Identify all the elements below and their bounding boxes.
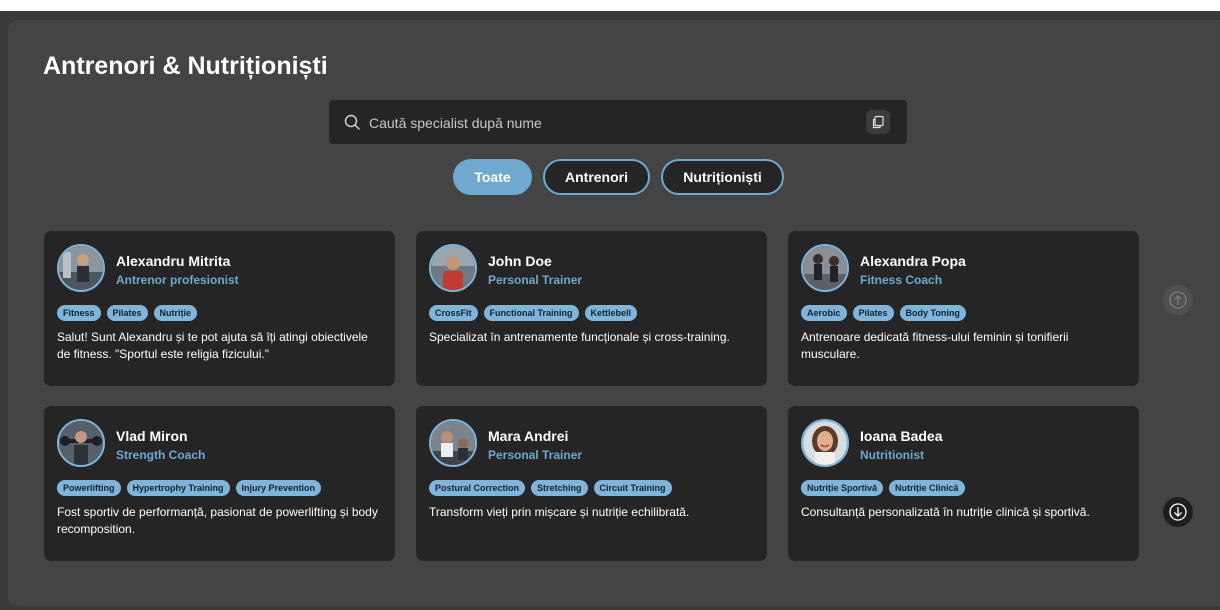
tag: Postural Correction xyxy=(429,480,526,496)
arrow-down-circle-icon xyxy=(1169,503,1187,521)
specialist-card[interactable]: Ioana Badea Nutritionist Nutriție Sporti… xyxy=(788,406,1139,561)
filter-trainers-button[interactable]: Antrenori xyxy=(543,159,650,195)
clipboard-icon xyxy=(872,115,884,129)
tag: Powerlifting xyxy=(57,480,121,496)
tag-list: Nutriție Sportivă Nutriție Clinică xyxy=(801,480,965,496)
tag: Injury Prevention xyxy=(235,480,322,496)
tag: CrossFit xyxy=(429,305,478,321)
tag: Nutriție xyxy=(153,305,198,321)
specialist-role: Antrenor profesionist xyxy=(116,273,239,287)
filter-nutritionists-button[interactable]: Nutriționiști xyxy=(661,159,784,195)
specialist-name: Ioana Badea xyxy=(860,428,943,444)
specialist-role: Nutritionist xyxy=(860,448,924,462)
tag-list: Fitness Pilates Nutriție xyxy=(57,305,198,321)
specialist-description: Fost sportiv de performanță, pasionat de… xyxy=(57,505,378,536)
search-icon xyxy=(343,113,361,131)
avatar xyxy=(801,244,849,292)
tag: Nutriție Clinică xyxy=(889,480,965,496)
specialist-role: Personal Trainer xyxy=(488,448,583,462)
tag: Nutriție Sportivă xyxy=(801,480,884,496)
tag: Kettlebell xyxy=(584,305,638,321)
tag: Circuit Training xyxy=(593,480,672,496)
specialist-description: Salut! Sunt Alexandru și te pot ajuta să… xyxy=(57,330,368,361)
specialist-description: Transform vieți prin mișcare și nutriție… xyxy=(429,505,690,519)
tag-list: CrossFit Functional Training Kettlebell xyxy=(429,305,638,321)
specialist-card[interactable]: John Doe Personal Trainer CrossFit Funct… xyxy=(416,231,767,386)
scroll-down-button[interactable] xyxy=(1163,497,1193,527)
specialist-card[interactable]: Alexandru Mitrita Antrenor profesionist … xyxy=(44,231,395,386)
filter-tabs: Toate Antrenori Nutriționiști xyxy=(8,159,1220,197)
tag: Pilates xyxy=(852,305,894,321)
tag: Hypertrophy Training xyxy=(126,480,230,496)
search-bar xyxy=(329,100,907,146)
arrow-up-circle-icon xyxy=(1169,291,1187,309)
avatar xyxy=(57,244,105,292)
specialist-role: Fitness Coach xyxy=(860,273,943,287)
specialist-name: Alexandra Popa xyxy=(860,253,966,269)
avatar xyxy=(57,419,105,467)
avatar xyxy=(801,419,849,467)
filter-all-button[interactable]: Toate xyxy=(453,159,532,195)
specialist-card[interactable]: Mara Andrei Personal Trainer Postural Co… xyxy=(416,406,767,561)
specialist-description: Antrenoare dedicată fitness-ului feminin… xyxy=(801,330,1069,361)
tag: Functional Training xyxy=(483,305,579,321)
tag: Aerobic xyxy=(801,305,847,321)
top-strip xyxy=(0,0,1220,10)
tag: Fitness xyxy=(57,305,101,321)
page-title: Antrenori & Nutriționiști xyxy=(43,52,328,80)
specialist-name: Vlad Miron xyxy=(116,428,188,444)
specialist-role: Personal Trainer xyxy=(488,273,583,287)
avatar xyxy=(429,244,477,292)
specialist-role: Strength Coach xyxy=(116,448,206,462)
specialist-description: Consultanță personalizată în nutriție cl… xyxy=(801,505,1090,519)
tag-list: Aerobic Pilates Body Toning xyxy=(801,305,966,321)
specialist-name: Alexandru Mitrita xyxy=(116,253,231,269)
specialist-description: Specializat în antrenamente funcționale … xyxy=(429,330,730,344)
specialist-card[interactable]: Alexandra Popa Fitness Coach Aerobic Pil… xyxy=(788,231,1139,386)
avatar xyxy=(429,419,477,467)
app-frame: Antrenori & Nutriționiști Toate Antrenor… xyxy=(0,11,1220,610)
tag: Pilates xyxy=(106,305,148,321)
search-input[interactable] xyxy=(367,100,851,146)
specialist-name: John Doe xyxy=(488,253,552,269)
clipboard-button[interactable] xyxy=(866,110,890,134)
tag-list: Powerlifting Hypertrophy Training Injury… xyxy=(57,480,322,496)
tag: Body Toning xyxy=(899,305,966,321)
specialists-panel: Antrenori & Nutriționiști Toate Antrenor… xyxy=(8,20,1220,606)
specialist-name: Mara Andrei xyxy=(488,428,569,444)
tag-list: Postural Correction Stretching Circuit T… xyxy=(429,480,672,496)
specialist-card[interactable]: Vlad Miron Strength Coach Powerlifting H… xyxy=(44,406,395,561)
scroll-up-button[interactable] xyxy=(1163,285,1193,315)
tag: Stretching xyxy=(531,480,588,496)
